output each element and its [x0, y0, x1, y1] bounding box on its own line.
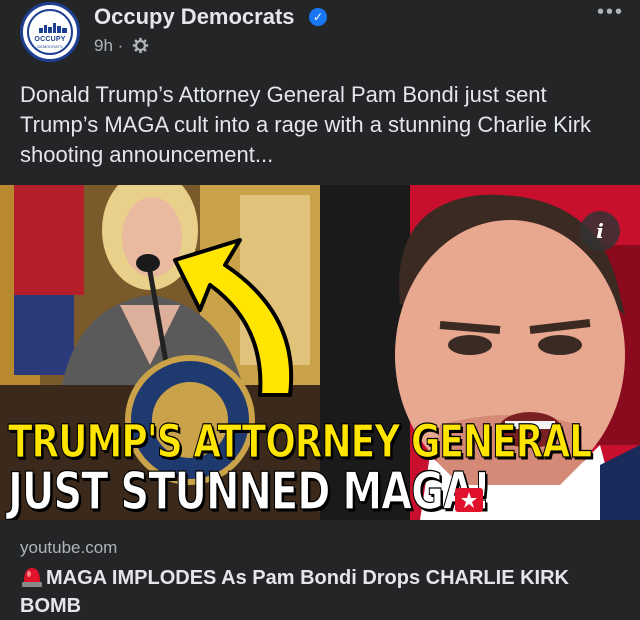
post-meta: 9h · — [94, 36, 149, 56]
banner-line-1: TRUMP'S ATTORNEY GENERAL — [7, 416, 592, 469]
avatar-text: OCCUPY — [34, 36, 66, 43]
brow-left — [439, 321, 501, 334]
link-title[interactable]: MAGA IMPLODES As Pam Bondi Drops CHARLIE… — [20, 564, 620, 620]
mic-head — [136, 254, 160, 272]
verified-badge-icon: ✓ — [309, 8, 327, 26]
post-caption: Donald Trump’s Attorney General Pam Bond… — [20, 82, 592, 167]
avatar-subtext: DEMOCRATS — [37, 44, 63, 49]
link-domain: youtube.com — [20, 538, 118, 557]
page-name-link[interactable]: Occupy Democrats — [94, 4, 295, 30]
post-media-thumbnail[interactable]: TRUMP'S ATTORNEY GENERAL JUST STUNNED MA… — [0, 185, 640, 520]
eye-left — [448, 335, 492, 355]
flag-blue — [14, 295, 74, 375]
more-options-button[interactable]: ••• — [597, 2, 624, 22]
skyline-icon — [39, 23, 67, 33]
page-avatar[interactable]: OCCUPY DEMOCRATS — [20, 2, 80, 62]
eye-right — [538, 335, 582, 355]
link-title-text: MAGA IMPLODES As Pam Bondi Drops CHARLIE… — [20, 567, 569, 617]
banner-line-2: JUST STUNNED MAGA! — [7, 461, 491, 520]
thumbnail-banner: TRUMP'S ATTORNEY GENERAL JUST STUNNED MA… — [0, 416, 592, 520]
info-button[interactable]: i — [580, 211, 620, 251]
siren-icon — [455, 488, 483, 512]
avatar-ring: OCCUPY DEMOCRATS — [27, 9, 73, 55]
gear-icon[interactable] — [132, 37, 149, 54]
link-preview[interactable]: youtube.com MAGA IMPLODES As Pam Bondi D… — [0, 520, 640, 620]
meta-separator: · — [117, 36, 124, 55]
flag-red — [14, 185, 84, 295]
post-header: OCCUPY DEMOCRATS Occupy Democrats ✓ 9h ·… — [0, 0, 640, 72]
post-time[interactable]: 9h — [94, 36, 113, 55]
siren-icon — [22, 568, 42, 587]
